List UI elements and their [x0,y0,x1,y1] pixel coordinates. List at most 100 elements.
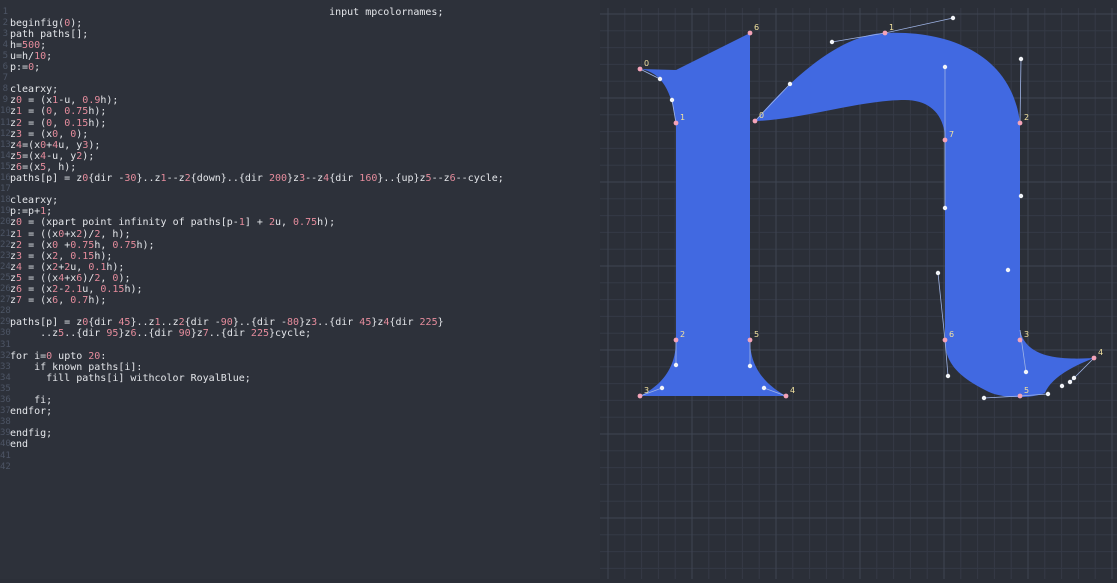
code-line[interactable]: 37 endfor; [0,406,600,417]
code-line[interactable]: 13 z4=(x0+4u, y3); [0,140,600,151]
line-number: 34 [0,372,11,383]
code-text: z3 = (x2, 0.15h); [10,250,113,262]
anchor-point [747,337,753,343]
code-line[interactable]: 9 z0 = (x1-u, 0.9h); [0,95,600,106]
code-line[interactable]: 4 h=500; [0,40,600,51]
anchor-label: 3 [644,386,649,395]
code-line[interactable]: 33 if known paths[i]: [0,362,600,373]
code-line[interactable]: 12 z3 = (x0, 0); [0,129,600,140]
code-line[interactable]: 19 p:=p+1; [0,206,600,217]
code-line[interactable]: 39 endfig; [0,428,600,439]
line-number: 41 [0,450,11,461]
line-number: 25 [0,272,11,283]
code-line[interactable]: 42 [0,462,600,473]
preview-canvas[interactable]: 0 1 2 3 4 5 6 0 1 2 3 4 5 6 7 [600,0,1117,579]
anchor-point [1091,355,1097,361]
anchor-point [942,337,948,343]
code-line[interactable]: 25 z5 = ((x4+x6)/2, 0); [0,273,600,284]
control-point [935,270,941,276]
control-point [1005,267,1011,273]
line-number: 24 [0,261,11,272]
code-editor[interactable]: 1 input mpcolornames; 2 beginfig(0); 3 path … [0,0,600,579]
code-text: beginfig(0); [10,17,83,29]
code-line[interactable]: 7 [0,73,600,84]
line-number: 9 [2,95,8,106]
code-line[interactable]: 30 ..z5..{dir 95}z6..{dir 90}z7..{dir 22… [0,328,600,339]
anchor-label: 2 [680,330,685,339]
code-line[interactable]: 14 z5=(x4-u, y2); [0,151,600,162]
code-text: p:=0; [10,62,41,73]
control-point [1059,383,1065,389]
code-text: paths[p] = z0{dir 45}..z1..z2{dir -90}..… [10,317,444,329]
code-text: end [10,439,29,451]
anchor-point [1017,393,1023,399]
control-point [787,81,793,87]
line-number: 22 [0,239,11,250]
line-number: 19 [0,206,11,217]
code-line[interactable]: 8 clearxy; [0,84,600,95]
anchor-label: 1 [889,23,894,32]
code-line[interactable]: 38 [0,417,600,428]
control-point [1018,193,1024,199]
code-text: for i=0 upto 20: [10,350,107,362]
line-number: 30 [0,328,11,339]
anchor-point [673,120,679,126]
glyph-arch-shape [755,32,1094,398]
line-number: 3 [2,28,8,39]
code-line[interactable]: 1 input mpcolornames; [0,7,600,18]
code-line[interactable]: 18 clearxy; [0,195,600,206]
code-line[interactable]: 32 for i=0 upto 20: [0,351,600,362]
anchor-point [1017,337,1023,343]
code-line[interactable]: 10 z1 = (0, 0.75h); [0,106,600,117]
code-line[interactable]: 34 fill paths[i] withcolor RoyalBlue; [0,373,600,384]
line-number: 8 [2,84,8,95]
anchor-label: 6 [949,330,954,339]
code-line[interactable]: 17 [0,184,600,195]
code-line[interactable]: 35 [0,384,600,395]
control-point [673,362,679,368]
code-line[interactable]: 27 z7 = (x6, 0.7h); [0,295,600,306]
code-line[interactable]: 2 beginfig(0); [0,18,600,29]
control-point [1023,369,1029,375]
control-point [659,385,665,391]
code-text: z0 = (xpart point infinity of paths[p-1]… [10,217,336,229]
code-line[interactable]: 29 paths[p] = z0{dir 45}..z1..z2{dir -90}… [0,317,600,328]
anchor-point [783,393,789,399]
control-point [761,385,767,391]
code-line[interactable]: 26 z6 = (x2-2.1u, 0.15h); [0,284,600,295]
code-line[interactable]: 20 z0 = (xpart point infinity of paths[p-… [0,217,600,228]
code-line[interactable]: 11 z2 = (0, 0.15h); [0,118,600,129]
control-point [1067,379,1073,385]
code-line[interactable]: 3 path paths[]; [0,29,600,40]
code-line[interactable]: 15 z6=(x5, h); [0,162,600,173]
code-line[interactable]: 40 end [0,439,600,450]
code-line[interactable]: 36 fi; [0,395,600,406]
metapost-app: 1 input mpcolornames; 2 beginfig(0); 3 path … [0,0,1117,579]
glyph-stem-shape [640,33,786,396]
line-number: 6 [2,62,8,72]
line-number: 17 [0,184,11,195]
line-number: 7 [2,73,8,84]
code-line[interactable]: 22 z2 = (x0 +0.75h, 0.75h); [0,240,600,251]
code-line[interactable]: 6 p:=0; [0,62,600,73]
code-line[interactable]: 5 u=h/10; [0,51,600,62]
line-number: 4 [2,39,8,50]
line-number: 35 [0,383,11,394]
code-line[interactable]: 16 paths[p] = z0{dir -30}..z1--z2{down}..… [0,173,600,184]
code-line[interactable]: 31 [0,340,600,351]
code-text: z2 = (0, 0.15h); [10,117,107,129]
code-text: u=h/10; [10,50,53,62]
code-line[interactable]: 41 [0,451,600,462]
line-number: 14 [0,150,11,161]
code-line[interactable]: 23 z3 = (x2, 0.15h); [0,251,600,262]
code-text: z1 = ((x0+x2)/2, h); [10,228,131,240]
code-line[interactable]: 24 z4 = (x2+2u, 0.1h); [0,262,600,273]
code-text: z7 = (x6, 0.7h); [10,295,107,307]
line-number: 5 [2,50,8,61]
code-line[interactable]: 21 z1 = ((x0+x2)/2, h); [0,229,600,240]
code-text: fill paths[i] withcolor RoyalBlue; [10,372,251,384]
line-number: 18 [0,195,11,206]
anchor-label: 0 [644,59,649,68]
code-line[interactable]: 28 [0,306,600,317]
code-text: paths[p] = z0{dir -30}..z1--z2{down}..{d… [10,173,504,184]
